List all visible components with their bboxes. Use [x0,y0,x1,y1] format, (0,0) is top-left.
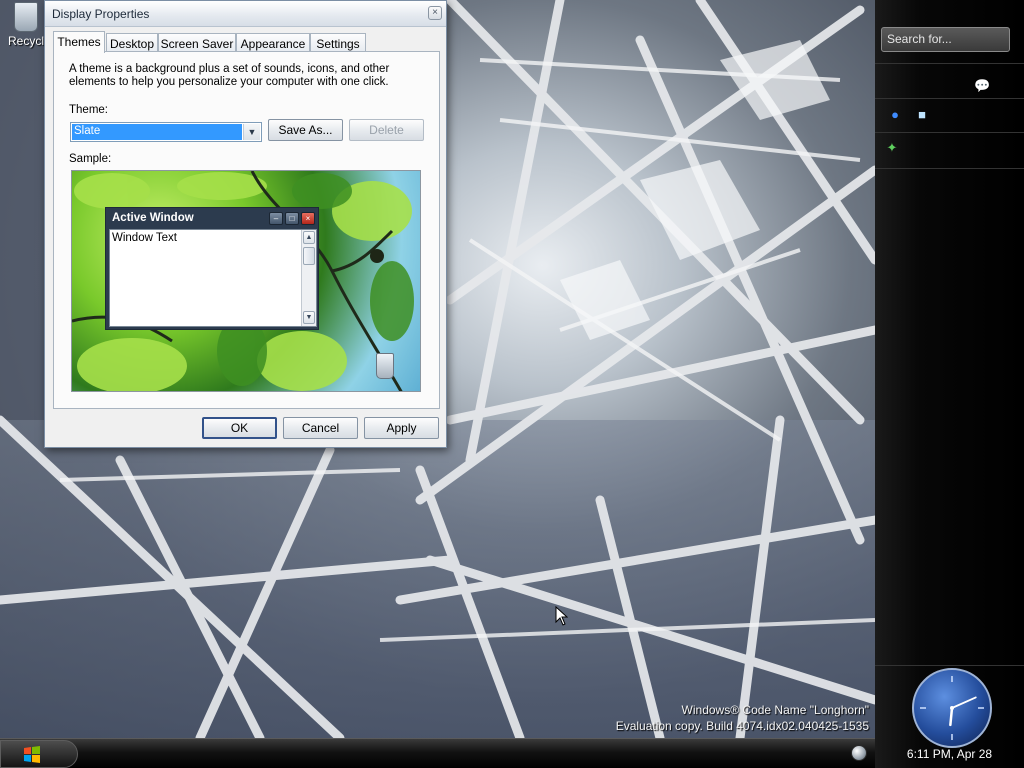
save-as-button[interactable]: Save As... [268,119,343,141]
dialog-titlebar[interactable]: Display Properties × [45,1,446,27]
tab-themes[interactable]: Themes [53,31,105,53]
close-icon: × [301,212,315,225]
sample-window-titlebar: Active Window – □ × [109,211,315,227]
scroll-up-icon: ▲ [303,231,315,244]
recycle-bin-desktop-icon[interactable]: Recycl [4,0,48,48]
taskbar [0,738,875,768]
search-input[interactable]: Search for... [881,27,1010,52]
minimize-icon: – [269,212,283,225]
scroll-down-icon: ▼ [303,311,315,324]
clock-face [920,676,984,740]
maximize-icon: □ [285,212,299,225]
clock-hour-hand [949,706,954,727]
recycle-bin-icon [14,2,38,32]
chevron-down-icon[interactable]: ▼ [243,124,260,140]
sample-window-title: Active Window [112,212,194,224]
analog-clock-icon[interactable] [912,668,992,748]
windows-flag-icon [24,746,40,763]
sidebar: Search for... 💬 ● ■ ✦ 6:11 PM, Apr 28 [875,0,1024,768]
sample-label: Sample: [69,153,112,165]
tab-appearance[interactable]: Appearance [236,33,310,52]
themes-description: A theme is a background plus a set of so… [69,63,390,88]
recycle-bin-label: Recycl [7,34,44,48]
sample-scrollbar: ▲ ▼ [301,230,316,326]
sidebar-divider [875,132,1024,133]
ok-button[interactable]: OK [202,417,277,439]
sidebar-divider [875,63,1024,64]
theme-dropdown-value: Slate [71,123,243,141]
network-icon[interactable]: ● [887,107,903,123]
sample-active-window: Active Window – □ × Window Text ▲ ▼ [105,207,319,330]
themes-tab-panel: A theme is a background plus a set of so… [53,51,440,409]
dialog-title: Display Properties [52,7,150,21]
tab-settings[interactable]: Settings [310,33,366,52]
clock-minute-hand [951,696,977,709]
display-properties-dialog: Display Properties × Themes Desktop Scre… [44,0,447,448]
apply-button[interactable]: Apply [364,417,439,439]
theme-dropdown[interactable]: Slate ▼ [70,122,262,142]
theme-sample-preview: Active Window – □ × Window Text ▲ ▼ [71,170,421,392]
watermark-line-2: Evaluation copy. Build 4074.idx02.040425… [615,719,869,733]
delete-button[interactable]: Delete [349,119,424,141]
tray-orb-icon[interactable] [851,745,867,761]
tab-screen-saver[interactable]: Screen Saver [158,33,236,52]
sidebar-divider [875,98,1024,99]
pinned-tile-icon[interactable]: ✦ [884,140,900,156]
mouse-cursor-icon [555,606,568,626]
watermark-line-1: Windows® Code Name "Longhorn" [681,703,869,717]
tab-desktop[interactable]: Desktop [106,33,158,52]
sidebar-divider [875,168,1024,169]
sample-window-text: Window Text [112,232,177,244]
theme-label: Theme: [69,104,108,116]
clock-label: 6:11 PM, Apr 28 [906,747,993,761]
cancel-button[interactable]: Cancel [283,417,358,439]
close-button[interactable]: × [428,6,442,20]
recycle-bin-preview-icon [376,353,394,379]
scroll-thumb [303,247,315,265]
sample-window-client: Window Text ▲ ▼ [109,229,317,327]
chat-bubbles-icon[interactable]: 💬 [974,78,990,94]
sidebar-divider [875,665,1024,666]
start-button[interactable] [0,740,78,768]
messenger-icon[interactable]: ■ [914,107,930,123]
